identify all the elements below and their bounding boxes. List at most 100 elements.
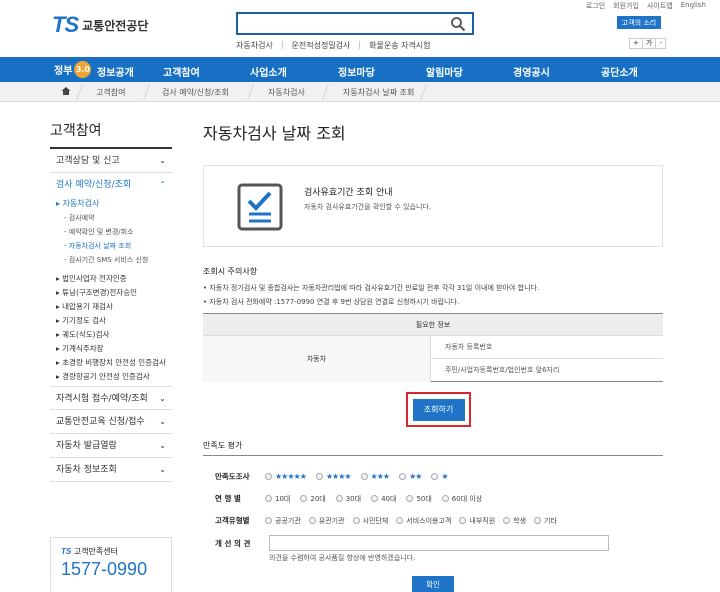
radio-button[interactable] <box>459 517 467 524</box>
option-label: 시민단체 <box>362 516 389 525</box>
sidebar-sub-car-inspection[interactable]: ▸ 자동차검사 <box>50 197 172 211</box>
confirm-button[interactable]: 확인 <box>412 576 454 592</box>
radio-button[interactable] <box>335 495 343 502</box>
sidebar-item-inspection[interactable]: 검사 예약/신청/조회 ⌃ <box>50 173 172 197</box>
type-option[interactable]: 학생 <box>503 516 526 526</box>
option-label: 40대 <box>381 494 397 503</box>
radio-button[interactable] <box>352 517 360 524</box>
home-icon[interactable] <box>61 86 71 96</box>
rating-option[interactable]: ★★★★ <box>315 472 352 481</box>
gnb-info-plaza[interactable]: 정보마당 <box>338 64 375 79</box>
radio-button[interactable] <box>265 473 272 480</box>
age-option[interactable]: 50대 <box>406 494 432 504</box>
option-label: 유관기관 <box>318 516 345 525</box>
gnb-business[interactable]: 사업소개 <box>250 64 287 79</box>
quick-link-car-inspection[interactable]: 자동차검사 <box>236 40 281 51</box>
rating-option[interactable]: ★★★★★ <box>265 472 307 481</box>
type-option[interactable]: 시민단체 <box>352 516 389 526</box>
type-option[interactable]: 내부직원 <box>459 516 495 526</box>
font-decrease-button[interactable]: - <box>655 38 666 49</box>
english-link[interactable]: English <box>681 1 706 11</box>
age-option[interactable]: 10대 <box>265 494 290 504</box>
radio-button[interactable] <box>441 495 449 502</box>
radio-button[interactable] <box>360 473 368 480</box>
sitemap-link[interactable]: 사이트맵 <box>647 1 673 11</box>
rating-option[interactable]: ★ <box>431 472 449 481</box>
quick-link-aptitude-test[interactable]: 운전적성정밀검사 <box>292 40 359 51</box>
sidebar-sub-item[interactable]: ▸ 기계식주차장 <box>50 343 172 354</box>
gnb-about[interactable]: 공단소개 <box>601 64 638 79</box>
radio-button[interactable] <box>406 495 414 502</box>
sidebar-item-safety-education[interactable]: 교통안전교육 신청/접수 ⌄ <box>50 410 172 434</box>
type-option[interactable]: 서비스이용고객 <box>396 516 451 526</box>
improvement-label: 개 선 의 견 <box>215 538 251 548</box>
quick-link-cargo-exam[interactable]: 화물운송 자격시험 <box>369 40 438 51</box>
age-option[interactable]: 20대 <box>300 494 326 504</box>
radio-button[interactable] <box>308 517 316 524</box>
sidebar-subsub-reserve[interactable]: - 검사예약 <box>50 211 172 225</box>
sidebar-item-consult[interactable]: 고객상담 및 신고 ⌄ <box>50 149 172 173</box>
sidebar-subsub-sms[interactable]: - 검사기간 SMS 서비스 신청 <box>50 253 172 267</box>
sidebar-sub-item[interactable]: ▸ 튜닝(구조변경)전자승인 <box>50 287 172 298</box>
gnb-notice[interactable]: 알림마당 <box>426 64 463 79</box>
breadcrumb: 고객참여 검사 예약/신청/조회 자동차검사 자동차검사 날짜 조회 <box>0 82 720 102</box>
radio-button[interactable] <box>431 473 439 480</box>
search-icon[interactable] <box>450 16 466 32</box>
age-option[interactable]: 30대 <box>335 494 361 504</box>
breadcrumb-divider <box>420 84 427 100</box>
sidebar-sub-item[interactable]: ▸ 초경량 비행장치 안전성 인증검사 <box>50 357 172 368</box>
sidebar-sub-item[interactable]: ▸ 기기정도 검사 <box>50 315 172 326</box>
sidebar-sub-item[interactable]: ▸ 내압용기 재검사 <box>50 301 172 312</box>
age-option[interactable]: 60대 이상 <box>441 494 482 504</box>
breadcrumb-item[interactable]: 검사 예약/신청/조회 <box>162 87 229 98</box>
sidebar-sub-item[interactable]: ▸ 법인사업자 전자인증 <box>50 273 172 284</box>
breadcrumb-divider <box>322 84 329 100</box>
login-link[interactable]: 로그인 <box>586 1 605 11</box>
gnb-customer[interactable]: 고객참여 <box>163 64 200 79</box>
gov30-logo[interactable]: 정부 3.0 <box>54 61 93 78</box>
type-option[interactable]: 공공기관 <box>265 516 301 526</box>
sidebar-sub-label: 경량항공기 안전성 인증검사 <box>62 372 150 381</box>
join-link[interactable]: 회원가입 <box>613 1 639 11</box>
sidebar-item-issuance[interactable]: 자동차 발급열람 ⌄ <box>50 434 172 458</box>
sidebar-sub-label: 기계식주차장 <box>62 344 104 353</box>
radio-button[interactable] <box>371 495 379 502</box>
gnb-management[interactable]: 경영공시 <box>513 64 550 79</box>
gnb-info-disclosure[interactable]: 정보공개 <box>97 64 134 79</box>
type-option[interactable]: 기타 <box>534 516 557 526</box>
sidebar-sub-item[interactable]: ▸ 경량항공기 안전성 인증검사 <box>50 371 172 382</box>
lookup-button[interactable]: 조회하기 <box>412 398 465 421</box>
radio-button[interactable] <box>396 517 404 524</box>
age-option[interactable]: 40대 <box>371 494 396 504</box>
sidebar-item-license-exam[interactable]: 자격시험 접수/예약/조회 ⌄ <box>50 386 172 410</box>
radio-button[interactable] <box>399 473 407 480</box>
sidebar-sub-item[interactable]: ▸ 궤도(삭도)검사 <box>50 329 172 340</box>
improvement-input[interactable] <box>269 535 609 551</box>
radio-button[interactable] <box>315 473 323 480</box>
sidebar-subsub-label: 검사예약 <box>68 214 95 222</box>
rating-option[interactable]: ★★ <box>399 472 422 481</box>
checklist-icon <box>237 183 283 231</box>
breadcrumb-item[interactable]: 고객참여 <box>96 87 125 98</box>
sidebar-subsub-check[interactable]: - 예약확인 및 변경/취소 <box>50 225 172 239</box>
sidebar-subsub-date-lookup[interactable]: - 자동차검사 날짜 조회 <box>50 239 172 253</box>
sidebar-item-car-info[interactable]: 자동차 정보조회 ⌄ <box>50 458 172 482</box>
rating-option[interactable]: ★★★ <box>360 472 390 481</box>
radio-button[interactable] <box>265 495 272 502</box>
sidebar-item-label: 검사 예약/신청/조회 <box>56 180 132 190</box>
search-input[interactable] <box>236 12 474 35</box>
info-description: 자동차 검사유효기간을 확인할 수 있습니다. <box>304 203 432 211</box>
type-option[interactable]: 유관기관 <box>308 516 345 526</box>
chevron-down-icon: ⌄ <box>159 156 166 165</box>
table-row: 자동차 자동차 등록번호 주민/사업자등록번호/법인번호 앞6자리 <box>203 336 663 382</box>
radio-button[interactable] <box>300 495 308 502</box>
radio-button[interactable] <box>265 517 272 524</box>
breadcrumb-item[interactable]: 자동차검사 <box>268 87 305 98</box>
customer-voice-button[interactable]: 고객의 소리 <box>617 16 661 29</box>
font-increase-button[interactable]: + <box>629 38 643 49</box>
radio-button[interactable] <box>534 517 542 524</box>
site-logo[interactable]: TS 교통안전공단 <box>52 12 148 38</box>
caution-item: • 자동차 검사 전화예약 :1577-0990 연결 후 9번 상담원 연결로… <box>203 298 460 306</box>
radio-button[interactable] <box>503 517 511 524</box>
star-rating-icon: ★★★ <box>370 472 390 481</box>
